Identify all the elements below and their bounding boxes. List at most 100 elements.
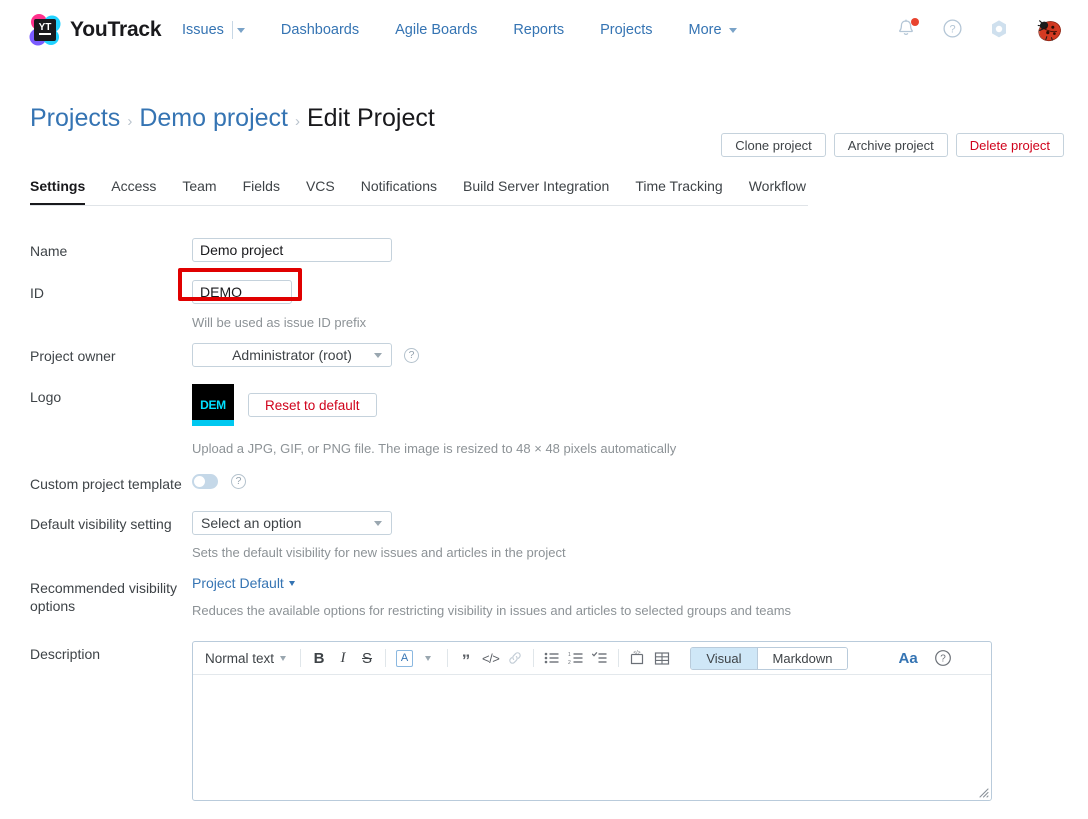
nav-item-label: Reports [513, 22, 564, 38]
form-row-id: ID Will be used as issue ID prefix [30, 280, 1060, 331]
settings-hexagon-icon[interactable] [988, 18, 1012, 42]
blockquote-button[interactable]: ” [454, 646, 478, 670]
nav-item-projects[interactable]: Projects [582, 22, 670, 38]
custom-project-template-toggle[interactable] [192, 474, 218, 489]
form-row-logo: Logo DEM Reset to default Upload a JPG, … [30, 384, 1060, 457]
italic-button[interactable]: I [331, 646, 355, 670]
inline-code-button[interactable]: </> [478, 646, 503, 670]
template-help-icon[interactable]: ? [231, 474, 246, 489]
breadcrumb-separator: › [127, 113, 132, 130]
toolbar-divider [300, 649, 301, 667]
tab-team[interactable]: Team [169, 178, 229, 204]
owner-select[interactable]: Administrator (root) [192, 343, 392, 367]
nav-item-label: Agile Boards [395, 22, 477, 38]
form-row-visibility: Default visibility setting Select an opt… [30, 511, 1060, 561]
strikethrough-button[interactable]: S [355, 646, 379, 670]
app-logo[interactable]: YT YouTrack [28, 13, 161, 47]
help-question-icon[interactable]: ? [942, 18, 966, 42]
editor-mode-visual[interactable]: Visual [691, 648, 756, 669]
check-list-icon [592, 651, 608, 665]
text-color-dropdown[interactable] [417, 646, 441, 670]
link-button[interactable] [503, 646, 527, 670]
editor-help-button[interactable]: ? [930, 646, 956, 670]
table-icon [654, 651, 670, 666]
check-list-button[interactable] [588, 646, 612, 670]
nav-item-more[interactable]: More [671, 22, 755, 38]
nav-item-agile-boards[interactable]: Agile Boards [377, 22, 495, 38]
tab-settings[interactable]: Settings [30, 178, 98, 204]
svg-text:</>: </> [634, 650, 641, 656]
bold-button[interactable]: B [307, 646, 331, 670]
chevron-down-icon [237, 28, 245, 33]
breadcrumb-project[interactable]: Demo project [139, 104, 288, 133]
description-textarea[interactable] [193, 675, 991, 800]
code-block-button[interactable]: </> [625, 646, 650, 670]
nav-item-reports[interactable]: Reports [495, 22, 582, 38]
recommended-visibility-dropdown[interactable]: Project Default [192, 575, 295, 591]
svg-text:1: 1 [568, 652, 571, 658]
text-color-button[interactable]: A [392, 646, 417, 670]
breadcrumb: Projects › Demo project › Edit Project [30, 104, 435, 133]
nav-issues-dropdown[interactable] [237, 28, 263, 33]
owner-select-value: Administrator (root) [232, 347, 352, 363]
notifications-bell-icon[interactable] [896, 18, 920, 42]
chevron-down-icon [280, 656, 286, 661]
nav-item-label: Projects [600, 22, 652, 38]
owner-label: Project owner [30, 343, 192, 365]
archive-project-button[interactable]: Archive project [834, 133, 948, 157]
tab-access[interactable]: Access [98, 178, 169, 204]
owner-help-icon[interactable]: ? [404, 348, 419, 363]
page-title: Edit Project [307, 104, 435, 133]
breadcrumb-projects[interactable]: Projects [30, 104, 120, 133]
nav-item-dashboards[interactable]: Dashboards [263, 22, 377, 38]
clone-project-button[interactable]: Clone project [721, 133, 826, 157]
numbered-list-button[interactable]: 1 2 [564, 646, 588, 670]
nav-item-label: Issues [182, 22, 224, 38]
recommended-label: Recommended visibility options [30, 575, 192, 615]
id-label: ID [30, 280, 192, 302]
logo-hint: Upload a JPG, GIF, or PNG file. The imag… [192, 440, 1060, 457]
tab-vcs[interactable]: VCS [293, 178, 348, 204]
tab-notifications[interactable]: Notifications [348, 178, 450, 204]
font-size-button[interactable]: Aa [898, 650, 917, 667]
project-logo-text: DEM [200, 398, 226, 412]
toolbar-divider [447, 649, 448, 667]
delete-project-button[interactable]: Delete project [956, 133, 1064, 157]
table-button[interactable] [650, 646, 674, 670]
project-logo-thumbnail[interactable]: DEM [192, 384, 234, 426]
recommended-visibility-value: Project Default [192, 575, 284, 591]
editor-mode-markdown[interactable]: Markdown [757, 648, 848, 669]
breadcrumb-separator: › [295, 113, 300, 130]
tab-workflow[interactable]: Workflow [736, 178, 819, 204]
name-label: Name [30, 238, 192, 260]
name-input[interactable] [192, 238, 392, 262]
text-style-value: Normal text [205, 651, 274, 666]
visibility-hint: Sets the default visibility for new issu… [192, 544, 1060, 561]
svg-text:?: ? [949, 24, 955, 36]
id-input[interactable] [192, 280, 292, 304]
resize-grip-icon[interactable] [977, 786, 989, 798]
form-row-name: Name [30, 238, 1060, 262]
bullet-list-icon [544, 651, 560, 665]
editor-mode-toggle: Visual Markdown [690, 647, 848, 670]
youtrack-logo-icon: YT [28, 13, 62, 47]
text-style-dropdown[interactable]: Normal text [201, 651, 294, 666]
project-settings-form: Name ID Will be used as issue ID prefix … [30, 238, 1060, 801]
svg-text:?: ? [940, 654, 946, 665]
default-visibility-select[interactable]: Select an option [192, 511, 392, 535]
toggle-knob [193, 475, 206, 488]
reset-logo-button[interactable]: Reset to default [248, 393, 377, 417]
nav-item-issues[interactable]: Issues [182, 22, 232, 38]
tab-fields[interactable]: Fields [230, 178, 293, 204]
nav-divider [232, 21, 233, 39]
settings-tabs: Settings Access Team Fields VCS Notifica… [30, 178, 808, 206]
svg-text:2: 2 [568, 660, 571, 665]
chevron-down-icon [425, 656, 431, 661]
tab-build-server-integration[interactable]: Build Server Integration [450, 178, 622, 204]
app-logo-text: YouTrack [70, 18, 161, 42]
avatar[interactable] [1034, 15, 1064, 45]
bullet-list-button[interactable] [540, 646, 564, 670]
tab-time-tracking[interactable]: Time Tracking [622, 178, 735, 204]
visibility-label: Default visibility setting [30, 511, 192, 533]
numbered-list-icon: 1 2 [568, 651, 584, 665]
